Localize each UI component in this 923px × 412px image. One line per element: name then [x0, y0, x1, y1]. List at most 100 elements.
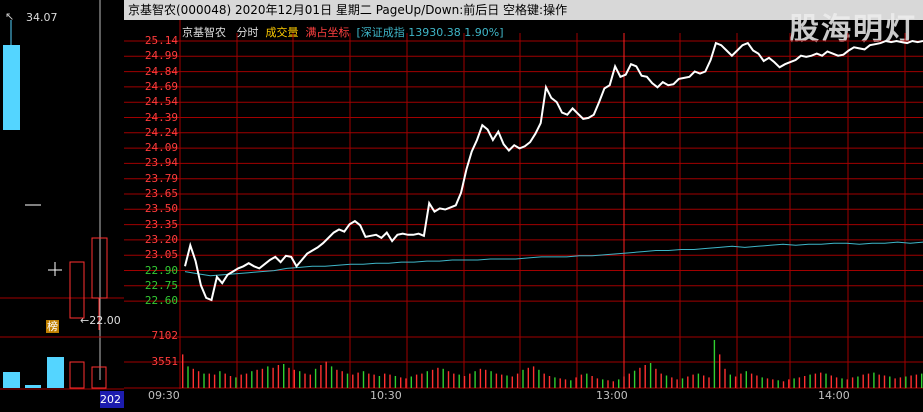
- price-axis-label: 22.60: [144, 294, 178, 308]
- volume-bar: [841, 378, 843, 388]
- volume-bar: [883, 375, 886, 388]
- volume-bar: [740, 373, 742, 388]
- volume-bar: [591, 376, 593, 388]
- volume-bar: [820, 372, 822, 388]
- volume-bar: [288, 367, 290, 388]
- volume-bar: [602, 379, 604, 388]
- volume-bar: [782, 381, 785, 388]
- volume-bar: [575, 377, 577, 388]
- price-axis-label: 22.75: [144, 278, 178, 292]
- volume-bar: [469, 373, 471, 388]
- volume-bar: [187, 366, 189, 388]
- volume-bar: [809, 374, 811, 388]
- volume-bar: [405, 378, 407, 388]
- volume-bar: [320, 365, 322, 388]
- chart-grid: [124, 20, 923, 389]
- volume-bar: [256, 369, 258, 388]
- volume-bar: [293, 369, 295, 388]
- volume-bar: [479, 368, 482, 388]
- volume-bar: [703, 375, 705, 388]
- volume-bar: [905, 376, 907, 388]
- volume-axis-max: 7102: [151, 329, 179, 342]
- volume-bar: [527, 367, 529, 388]
- volume-bar: [277, 365, 280, 388]
- volume-bar: [825, 373, 827, 388]
- price-axis-label: 24.84: [144, 64, 178, 78]
- price-axis-label: 23.50: [144, 202, 178, 216]
- time-label-1300: 13:00: [596, 389, 628, 402]
- volume-bar: [245, 373, 248, 388]
- volume-bar: [431, 369, 434, 388]
- volume-bar: [442, 368, 444, 388]
- volume-bar: [814, 373, 817, 388]
- volume-bar: [660, 373, 662, 388]
- volume-bar: [729, 374, 731, 388]
- volume-bar: [304, 373, 306, 388]
- price-axis-label: 23.65: [144, 187, 178, 200]
- volume-bar: [506, 375, 508, 388]
- price-axis-label: 24.69: [144, 79, 178, 93]
- volume-bar: [862, 374, 864, 388]
- volume-bar: [835, 377, 838, 388]
- volume-bar: [915, 374, 918, 388]
- volume-bar: [644, 365, 646, 388]
- volume-bar: [899, 377, 902, 388]
- volume-bar: [299, 371, 301, 388]
- volume-bar: [756, 375, 758, 388]
- volume-bar: [458, 374, 460, 388]
- volume-bar: [532, 366, 535, 388]
- volume-bar: [272, 367, 274, 388]
- volume-bar: [586, 373, 588, 388]
- volume-bar: [357, 372, 359, 388]
- volume-bar: [341, 371, 343, 388]
- volume-bar: [410, 376, 412, 388]
- price-axis-label: 24.39: [144, 110, 178, 124]
- volume-bar: [596, 378, 599, 388]
- volume-bar: [240, 374, 242, 388]
- volume-bar: [623, 376, 625, 388]
- volume-bar: [394, 376, 397, 388]
- volume-bar: [719, 354, 721, 388]
- volume-bar: [548, 376, 551, 388]
- volume-bar: [665, 375, 668, 388]
- volume-bar: [570, 380, 572, 388]
- price-axis-label: 24.24: [144, 125, 178, 139]
- volume-bar: [612, 381, 614, 388]
- volume-bar: [633, 370, 636, 388]
- volume-bar: [889, 376, 891, 388]
- volume-bar: [851, 377, 854, 388]
- volume-bar: [400, 377, 402, 388]
- volume-bar: [564, 379, 567, 388]
- volume-bar: [687, 376, 689, 388]
- volume-bar: [437, 367, 439, 388]
- price-axis-label: 23.35: [144, 217, 178, 231]
- volume-bar: [713, 340, 716, 388]
- volume-bar: [628, 373, 630, 388]
- volume-bar: [867, 373, 870, 388]
- volume-bar: [750, 373, 753, 388]
- volume-bar: [373, 374, 375, 388]
- volume-bar: [761, 377, 763, 388]
- volume-bar: [208, 373, 210, 388]
- volume-bar: [447, 371, 450, 388]
- volume-bar: [463, 376, 466, 388]
- volume-bar: [384, 373, 386, 388]
- volume-bar: [873, 372, 875, 388]
- volume-axis-mid: 3551: [151, 355, 179, 368]
- volume-bar: [511, 376, 513, 388]
- volume-bar: [485, 369, 487, 388]
- volume-bar: [655, 368, 657, 388]
- volume-bar: [788, 379, 790, 388]
- price-axis-label: 23.20: [144, 232, 178, 246]
- volume-bar: [708, 377, 710, 388]
- volume-bar: [745, 371, 747, 388]
- volume-bar: [516, 373, 519, 388]
- volume-bar: [213, 374, 216, 388]
- volume-bar: [538, 369, 540, 388]
- volume-bar: [474, 371, 476, 388]
- volume-bar: [182, 354, 184, 388]
- volume-bar: [325, 361, 327, 388]
- volume-bar: [495, 373, 498, 388]
- volume-bar: [846, 379, 848, 388]
- volume-bar: [798, 377, 801, 388]
